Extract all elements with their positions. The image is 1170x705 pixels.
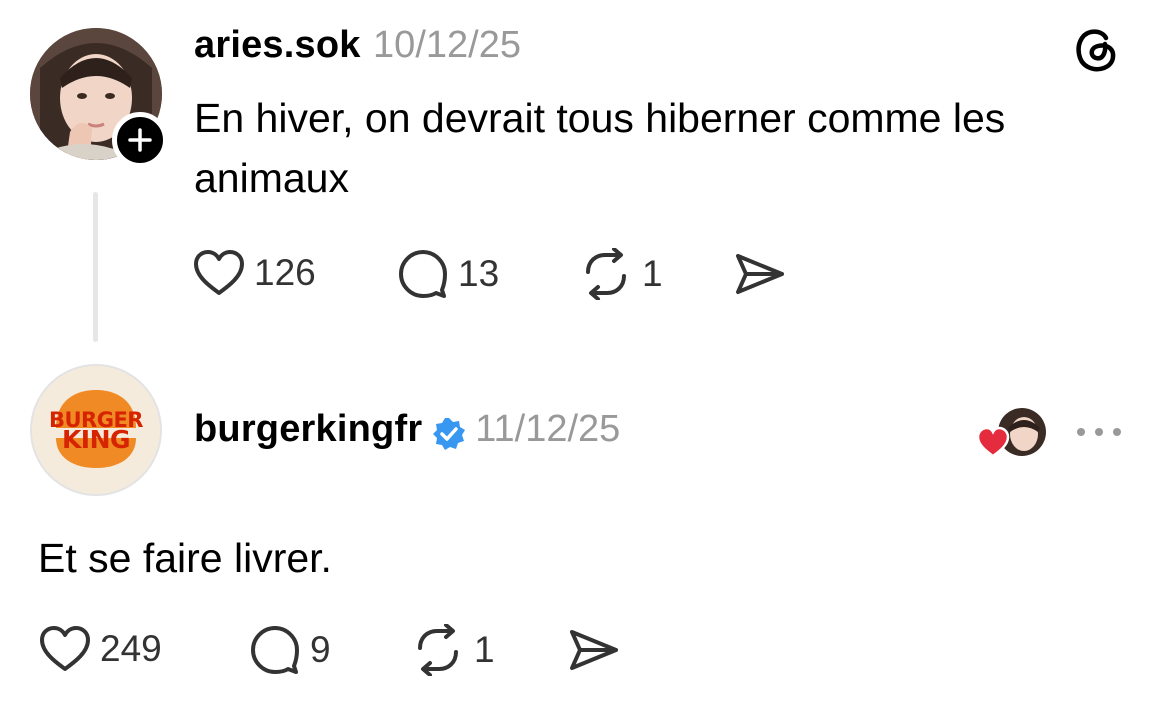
comment-icon xyxy=(399,250,447,298)
post2-date: 11/12/25 xyxy=(475,408,621,450)
post1-header: aries.sok 10/12/25 xyxy=(194,24,521,67)
post1-text: En hiver, on devrait tous hiberner comme… xyxy=(194,95,1006,201)
post1-like-count: 126 xyxy=(254,252,316,293)
username-aries-sok[interactable]: aries.sok xyxy=(194,24,361,66)
send-icon xyxy=(736,254,784,294)
post2-like-count: 249 xyxy=(100,628,162,669)
threads-logo-icon[interactable] xyxy=(1072,24,1122,79)
avatar-burgerkingfr[interactable]: BURGER KING xyxy=(30,364,162,496)
liked-heart-icon xyxy=(976,426,1010,463)
post2-reply-button[interactable]: 9 xyxy=(248,624,331,676)
post1-date: 10/12/25 xyxy=(373,24,521,66)
post2-like-button[interactable]: 249 xyxy=(38,624,162,674)
heart-icon xyxy=(194,250,244,295)
send-icon xyxy=(570,630,618,670)
more-options-icon[interactable] xyxy=(1074,420,1124,449)
post2-repost-button[interactable]: 1 xyxy=(410,624,495,676)
post2-reply-count: 9 xyxy=(310,629,331,670)
username-burgerkingfr[interactable]: burgerkingfr xyxy=(194,408,422,450)
plus-icon xyxy=(128,128,152,152)
post1-like-button[interactable]: 126 xyxy=(192,248,316,298)
thread-connector-line xyxy=(93,192,98,342)
post2-header: burgerkingfr 11/12/25 xyxy=(194,408,620,452)
post2-repost-count: 1 xyxy=(474,629,495,670)
post1-repost-count: 1 xyxy=(642,253,663,294)
post1-reply-button[interactable]: 13 xyxy=(396,248,499,300)
follow-plus-button[interactable] xyxy=(112,112,168,168)
post2-text: Et se faire livrer. xyxy=(38,535,332,581)
heart-icon xyxy=(40,626,90,671)
post2-share-button[interactable] xyxy=(568,626,620,674)
post1-share-button[interactable] xyxy=(734,250,786,298)
burger-king-wordmark: BURGER KING xyxy=(49,408,143,454)
post1-repost-button[interactable]: 1 xyxy=(578,248,663,300)
post1-reply-count: 13 xyxy=(458,253,500,294)
comment-icon xyxy=(251,626,299,674)
verified-badge-icon xyxy=(432,417,465,450)
repost-icon xyxy=(586,248,626,300)
repost-icon xyxy=(418,624,458,676)
